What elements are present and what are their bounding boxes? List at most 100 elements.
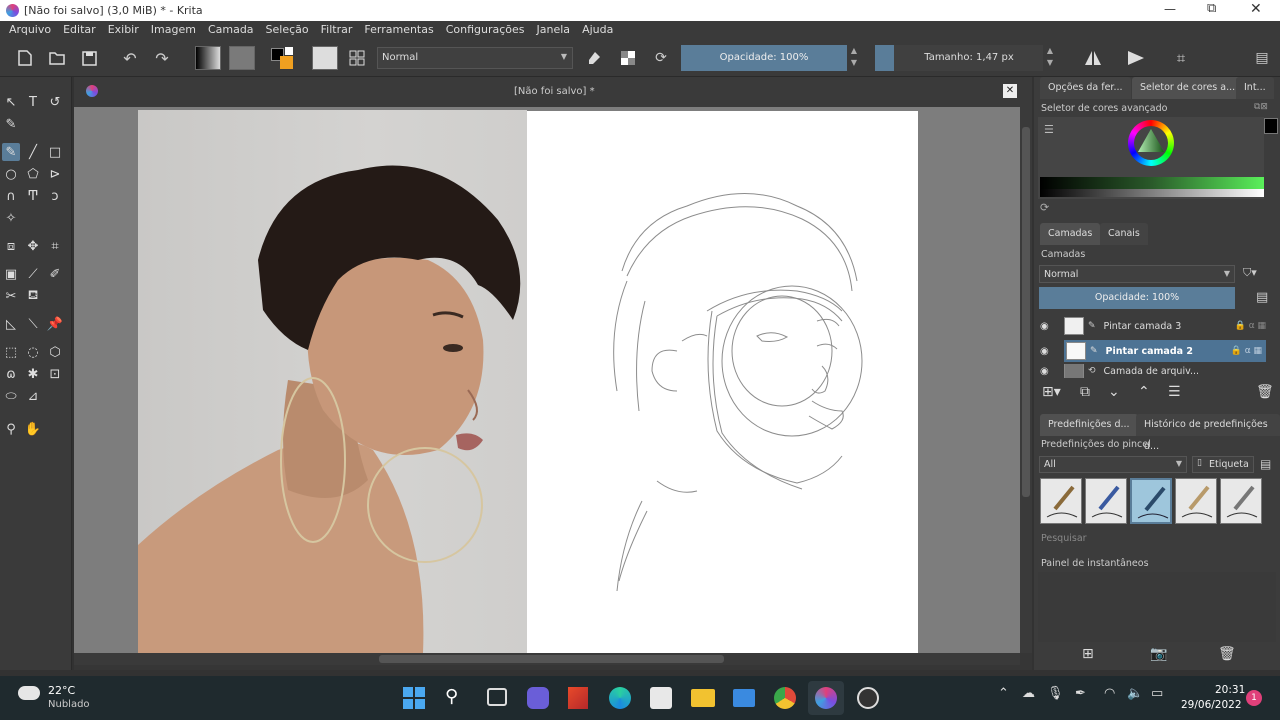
ellipse-select-icon[interactable]: ◌ <box>24 343 42 361</box>
tab-channels[interactable]: Canais <box>1100 223 1148 245</box>
menu-camada[interactable]: Camada <box>202 21 260 39</box>
color-selector-panel[interactable]: ☰ <box>1038 117 1264 199</box>
weather-temp[interactable]: 22°C <box>48 684 75 697</box>
layer-properties-icon[interactable]: ☰ <box>1168 384 1181 400</box>
similar-select-icon[interactable]: ⊡ <box>46 365 64 383</box>
transform-tool-icon[interactable]: ⧈ <box>2 237 20 255</box>
redo-icon[interactable]: ↷ <box>153 49 171 68</box>
size-spinner[interactable]: ▲ ▼ <box>1044 45 1056 71</box>
edge-icon[interactable] <box>609 687 631 709</box>
mail-icon[interactable] <box>733 689 755 707</box>
weather-desc[interactable]: Nublado <box>48 699 90 710</box>
delete-layer-icon[interactable]: 🗑 <box>1256 384 1274 400</box>
tab-layers[interactable]: Camadas <box>1040 223 1101 245</box>
office-icon[interactable] <box>568 687 588 709</box>
move-tool-icon[interactable]: ✥ <box>24 237 42 255</box>
delete-snapshot-icon[interactable]: 🗑 <box>1218 646 1236 662</box>
close-document-button[interactable]: ✕ <box>1003 84 1017 98</box>
tab-brush-presets[interactable]: Predefinições d... <box>1040 414 1138 436</box>
preset-search-input[interactable]: Pesquisar <box>1041 533 1087 544</box>
value-strip[interactable] <box>1040 177 1264 189</box>
layer-menu-icon[interactable]: ▤ <box>1256 290 1268 305</box>
dynamic-brush-icon[interactable]: ↄ <box>46 187 64 205</box>
rectangle-tool-icon[interactable]: □ <box>46 143 64 161</box>
preset-filter-dropdown[interactable]: All ▼ <box>1039 456 1187 473</box>
new-document-icon[interactable] <box>16 49 34 67</box>
minimize-button[interactable]: — <box>1164 2 1176 16</box>
eye-icon[interactable]: ◉ <box>1040 346 1058 357</box>
freehand-brush-icon[interactable]: ✎ <box>2 143 20 161</box>
reload-preset-icon[interactable]: ⟳ <box>652 49 670 67</box>
volume-icon[interactable]: 🔈 <box>1127 686 1143 701</box>
obs-icon[interactable] <box>857 687 879 709</box>
contiguous-select-icon[interactable]: ✱ <box>24 365 42 383</box>
horizontal-scrollbar[interactable] <box>74 653 1020 665</box>
size-slider[interactable]: Tamanho: 1,47 px <box>875 45 1043 71</box>
reference-images-icon[interactable]: 📌 <box>46 315 64 333</box>
maximize-button[interactable]: ⧉ <box>1207 1 1216 16</box>
polyline-tool-icon[interactable]: ⊳ <box>46 165 64 183</box>
fill-tool-icon[interactable]: ⛾ <box>24 287 42 305</box>
layer-flags-icon[interactable]: 🔒 α ▦ <box>1231 346 1262 356</box>
toolbar-menu-icon[interactable]: ▤ <box>1252 47 1272 69</box>
brush-preset-pencil-3-selected[interactable] <box>1130 478 1172 524</box>
pan-tool-icon[interactable]: ✋ <box>24 420 42 438</box>
opacity-spinner[interactable]: ▲ ▼ <box>848 45 860 71</box>
layer-row-1[interactable]: ◉ ⟲ Camada de arquiv... <box>1040 364 1266 378</box>
text-tool-icon[interactable]: T <box>24 93 42 111</box>
color-swatch-icon[interactable] <box>270 47 296 71</box>
brush-preset-pencil-4[interactable] <box>1175 478 1217 524</box>
select-shapes-icon[interactable]: ↖ <box>2 93 20 111</box>
close-button[interactable]: ✕ <box>1250 1 1262 17</box>
open-folder-icon[interactable] <box>48 49 66 67</box>
menu-configuracoes[interactable]: Configurações <box>440 21 531 39</box>
notification-badge[interactable]: 1 <box>1246 690 1262 706</box>
mirror-horizontal-icon[interactable] <box>1083 47 1103 69</box>
bezier-tool-icon[interactable]: ∩ <box>2 187 20 205</box>
layer-filter-icon[interactable]: ⛉▾ <box>1243 266 1257 280</box>
polygon-tool-icon[interactable]: ⬠ <box>24 165 42 183</box>
add-layer-icon[interactable]: ⊞▾ <box>1042 384 1061 400</box>
krita-taskbar-icon[interactable] <box>808 681 844 715</box>
tab-color-selector[interactable]: Seletor de cores a... <box>1132 77 1244 99</box>
gradient-preset-button[interactable] <box>195 46 221 70</box>
file-explorer-icon[interactable] <box>691 689 715 707</box>
layer-opacity-slider[interactable]: Opacidade: 100% <box>1039 287 1235 309</box>
color-picker-icon[interactable]: ⟋ <box>24 265 42 283</box>
tab-preset-history[interactable]: Histórico de predefinições d... <box>1136 414 1280 452</box>
current-color-swatch[interactable] <box>1264 118 1278 134</box>
save-icon[interactable] <box>80 49 98 67</box>
pattern-preset-button[interactable] <box>229 46 255 70</box>
menu-janela[interactable]: Janela <box>531 21 577 39</box>
hue-ring[interactable] <box>1128 120 1174 166</box>
crop-tool-icon[interactable]: ⌗ <box>46 237 64 255</box>
freehand-select-icon[interactable]: ɷ <box>2 365 20 383</box>
color-menu-icon[interactable]: ☰ <box>1044 123 1054 136</box>
measure-tool-icon[interactable]: ⟍ <box>24 315 42 333</box>
grayscale-strip[interactable] <box>1040 189 1264 197</box>
menu-ferramentas[interactable]: Ferramentas <box>358 21 439 39</box>
layer-flags-icon[interactable]: 🔒 α ▦ <box>1235 321 1266 331</box>
line-tool-icon[interactable]: ╱ <box>24 143 42 161</box>
colorize-mask-icon[interactable]: ✐ <box>46 265 64 283</box>
multibrush-icon[interactable]: ✧ <box>2 209 20 227</box>
tag-button[interactable]: ▯ Etiqueta <box>1192 456 1254 473</box>
edit-shapes-icon[interactable]: ✎ <box>2 115 20 133</box>
task-view-icon[interactable] <box>487 688 507 706</box>
battery-icon[interactable]: ▭ <box>1151 686 1163 701</box>
menu-exibir[interactable]: Exibir <box>102 21 145 39</box>
menu-selecao[interactable]: Seleção <box>260 21 315 39</box>
brush-preset-pencil-5[interactable] <box>1220 478 1262 524</box>
brush-preset-pencil-1[interactable] <box>1040 478 1082 524</box>
tab-int[interactable]: Int... <box>1236 77 1274 99</box>
eye-icon[interactable]: ◉ <box>1040 321 1058 332</box>
drawing-page[interactable] <box>527 111 918 653</box>
chevron-up-icon[interactable]: ⌃ <box>998 686 1009 701</box>
move-down-icon[interactable]: ⌄ <box>1108 384 1120 400</box>
start-button-icon[interactable] <box>403 687 425 709</box>
freehand-path-icon[interactable]: Ͳ <box>24 187 42 205</box>
camera-icon[interactable]: 📷 <box>1150 646 1167 662</box>
menu-editar[interactable]: Editar <box>57 21 102 39</box>
eye-icon[interactable]: ◉ <box>1040 366 1058 377</box>
layer-row-2-selected[interactable]: ◉ ✎ Pintar camada 2 🔒 α ▦ <box>1040 340 1266 362</box>
